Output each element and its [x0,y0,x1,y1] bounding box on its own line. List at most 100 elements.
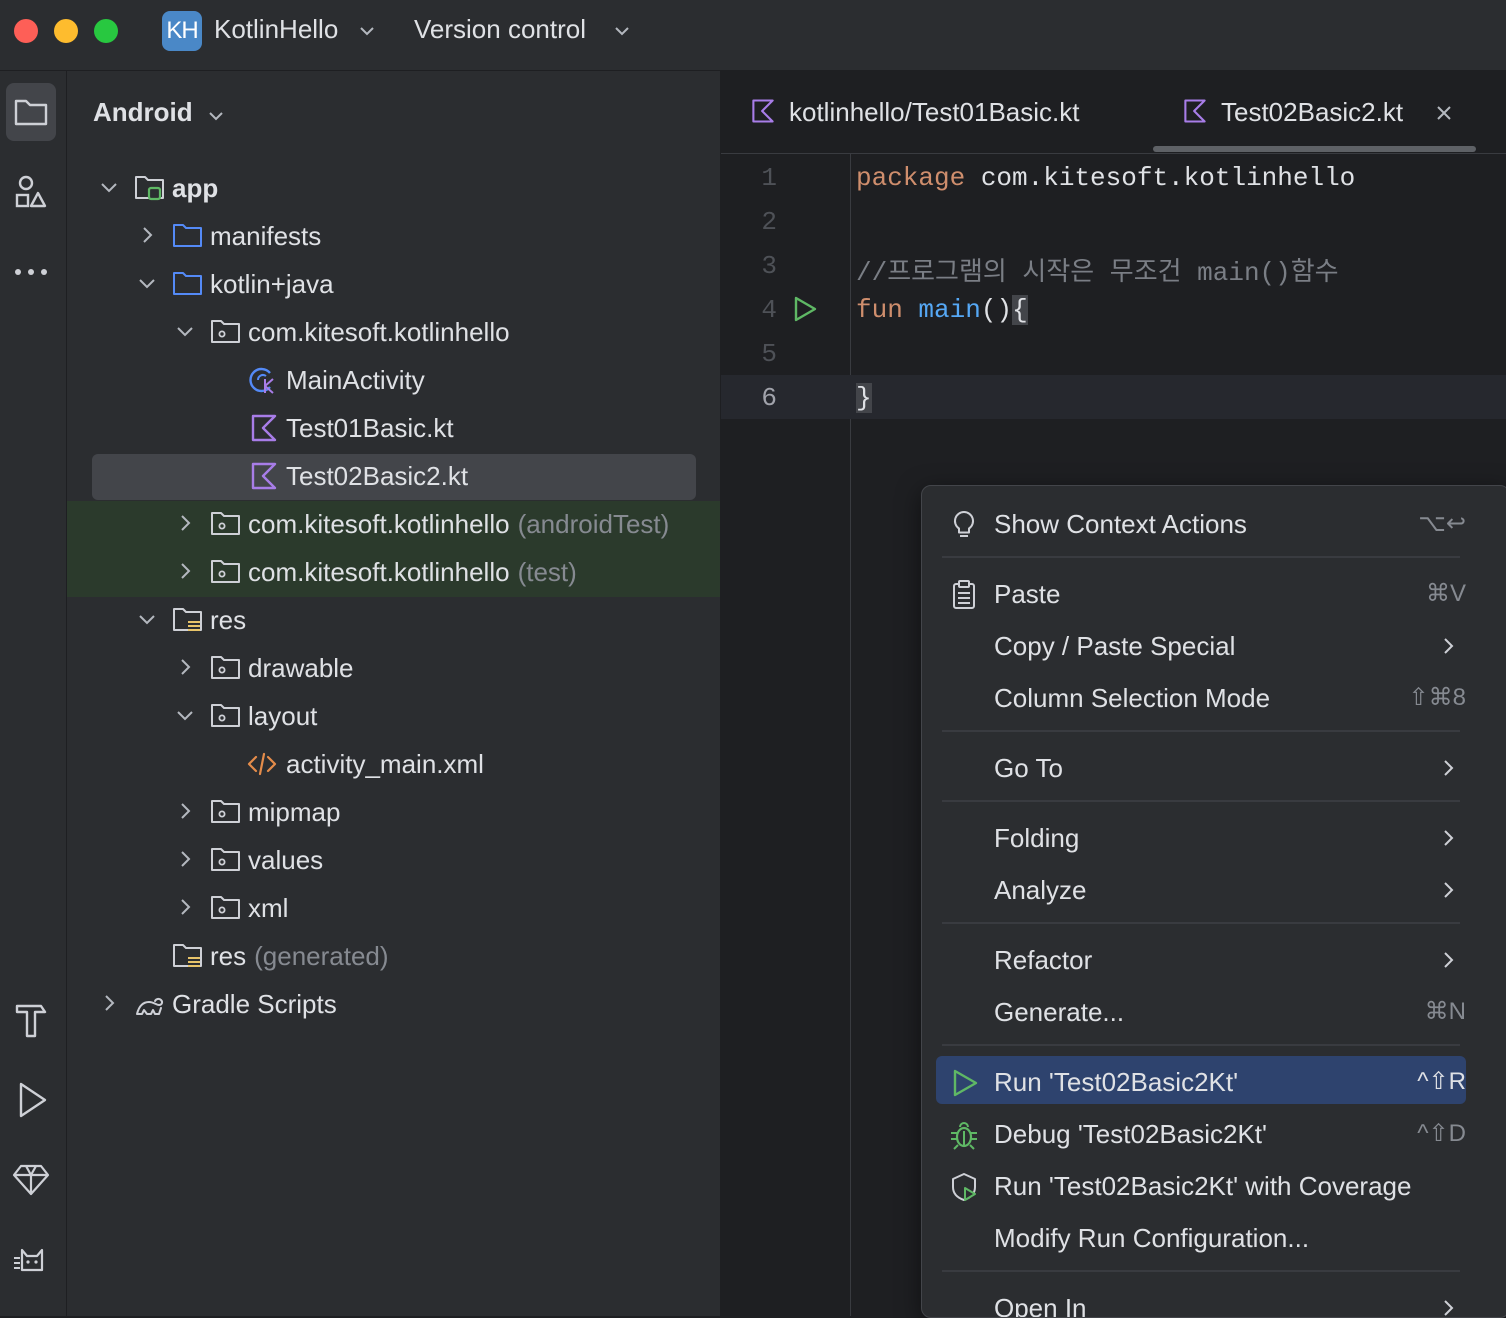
chevron-down-icon[interactable] [135,607,159,631]
code-line-1[interactable]: 1 package com.kitesoft.kotlinhello [721,155,1506,199]
code-line-2[interactable]: 2 [721,199,1506,243]
tree-item-app[interactable]: app [67,165,720,213]
chevron-right-icon[interactable] [173,799,197,823]
more-icon [15,269,47,275]
menu-item-refactor[interactable]: Refactor [936,935,1466,985]
tree-item-layout[interactable]: layout [67,693,720,741]
tree-item-label: layout [248,701,318,731]
chevron-right-icon[interactable] [173,895,197,919]
source-set-label: (androidTest) [517,509,670,539]
project-name[interactable]: KotlinHello [214,14,338,45]
menu-item-paste[interactable]: Paste ⌘V [936,569,1466,619]
chevron-down-icon[interactable] [97,175,121,199]
menu-item-debug[interactable]: Debug 'Test02Basic2Kt' ^⇧D [936,1109,1466,1159]
tree-item-test01basic[interactable]: Test01Basic.kt [67,405,720,453]
code-line-5[interactable]: 5 [721,331,1506,375]
tree-item-package-androidtest[interactable]: com.kitesoft.kotlinhello (androidTest) [67,501,720,549]
code-line-6[interactable]: 6 } [721,375,1506,419]
tree-item-test02basic2[interactable]: Test02Basic2.kt [67,453,720,501]
run-tool-button[interactable] [6,1071,56,1129]
menu-item-run-with-coverage[interactable]: Run 'Test02Basic2Kt' with Coverage [936,1161,1466,1211]
menu-separator [942,922,1460,924]
chevron-down-icon[interactable] [613,22,631,40]
tree-item-values[interactable]: values [67,837,720,885]
tree-item-label: activity_main.xml [286,749,484,779]
menu-item-folding[interactable]: Folding [936,813,1466,863]
package-icon [211,896,240,919]
structure-tool-button[interactable] [6,163,56,221]
run-gutter-icon[interactable] [791,295,819,323]
tree-item-label: com.kitesoft.kotlinhello (androidTest) [248,509,669,540]
chevron-down-icon[interactable] [173,319,197,343]
tree-item-label: res [210,605,247,635]
chevron-right-icon[interactable] [173,847,197,871]
vcs-menu[interactable]: Version control [414,14,586,45]
build-tool-button[interactable] [6,991,56,1049]
code-comment[interactable]: //프로그램의 시작은 무조건 main()함수 [856,251,1339,288]
chevron-right-icon[interactable] [135,223,159,247]
code-line-3[interactable]: 3 //프로그램의 시작은 무조건 main()함수 [721,243,1506,288]
chevron-right-icon[interactable] [173,511,197,535]
chevron-down-icon[interactable] [358,22,376,40]
tree-item-label: res (generated) [210,941,389,972]
code-line-4[interactable]: 4 fun main(){ [721,287,1506,331]
project-view-selector[interactable]: Android [93,97,193,128]
code-text[interactable]: fun main(){ [856,295,1028,325]
menu-separator [942,1044,1460,1046]
source-set-label: (test) [517,557,577,587]
close-icon[interactable] [1434,103,1454,123]
debug-bug-icon [951,1122,977,1150]
cat-tool-button[interactable] [6,1231,56,1289]
tree-item-mainactivity[interactable]: MainActivity [67,357,720,405]
chevron-right-icon[interactable] [173,559,197,583]
zoom-window-button[interactable] [94,19,118,43]
chevron-right-icon[interactable] [97,991,121,1015]
tree-item-manifests[interactable]: manifests [67,213,720,261]
tree-item-package-test[interactable]: com.kitesoft.kotlinhello (test) [67,549,720,597]
gradle-icon [136,997,164,1015]
menu-label: Run 'Test02Basic2Kt' with Coverage [994,1171,1412,1201]
menu-label: Show Context Actions [994,509,1247,539]
chevron-down-icon[interactable] [135,271,159,295]
menu-item-run[interactable]: Run 'Test02Basic2Kt' ^⇧R [936,1056,1466,1107]
menu-item-generate[interactable]: Generate... ⌘N [936,987,1466,1037]
line-number: 3 [761,251,777,281]
menu-item-column-selection-mode[interactable]: Column Selection Mode ⇧⌘8 [936,673,1466,723]
minimize-window-button[interactable] [54,19,78,43]
menu-item-open-in[interactable]: Open In [936,1283,1466,1318]
tree-item-res-generated[interactable]: res (generated) [67,933,720,981]
project-tool-button[interactable] [6,83,56,141]
chevron-down-icon[interactable] [173,703,197,727]
tree-item-activity-main-xml[interactable]: activity_main.xml [67,741,720,789]
chevron-down-icon[interactable] [207,107,225,125]
tree-item-mipmap[interactable]: mipmap [67,789,720,837]
tree-item-label: xml [248,893,289,923]
chevron-right-icon [1444,882,1454,898]
package-icon [211,848,240,871]
tree-item-res[interactable]: res [67,597,720,645]
menu-item-modify-run-config[interactable]: Modify Run Configuration... [936,1213,1466,1263]
tree-item-xml[interactable]: xml [67,885,720,933]
tree-item-drawable[interactable]: drawable [67,645,720,693]
close-window-button[interactable] [14,19,38,43]
code-text[interactable]: } [856,383,872,413]
tree-item-package-main[interactable]: com.kitesoft.kotlinhello [67,309,720,357]
menu-item-go-to[interactable]: Go To [936,743,1466,793]
function-name: main [918,295,981,325]
brace-close: } [856,383,872,413]
gem-tool-button[interactable] [6,1151,56,1209]
more-tools-button[interactable] [6,243,56,301]
tree-item-kotlin-java[interactable]: kotlin+java [67,261,720,309]
line-number: 4 [761,295,777,325]
project-badge[interactable]: KH [162,11,202,51]
menu-item-analyze[interactable]: Analyze [936,865,1466,915]
tab-label: Test02Basic2.kt [1221,97,1404,127]
tree-item-label: kotlin+java [210,269,334,299]
menu-label: Open In [994,1293,1087,1318]
active-tab-indicator [1153,146,1476,152]
menu-item-show-context-actions[interactable]: Show Context Actions ⌥↩ [936,499,1466,549]
chevron-right-icon[interactable] [173,655,197,679]
tree-item-gradle-scripts[interactable]: Gradle Scripts [67,981,720,1029]
menu-item-copy-paste-special[interactable]: Copy / Paste Special [936,621,1466,671]
code-text[interactable]: package com.kitesoft.kotlinhello [856,163,1355,193]
